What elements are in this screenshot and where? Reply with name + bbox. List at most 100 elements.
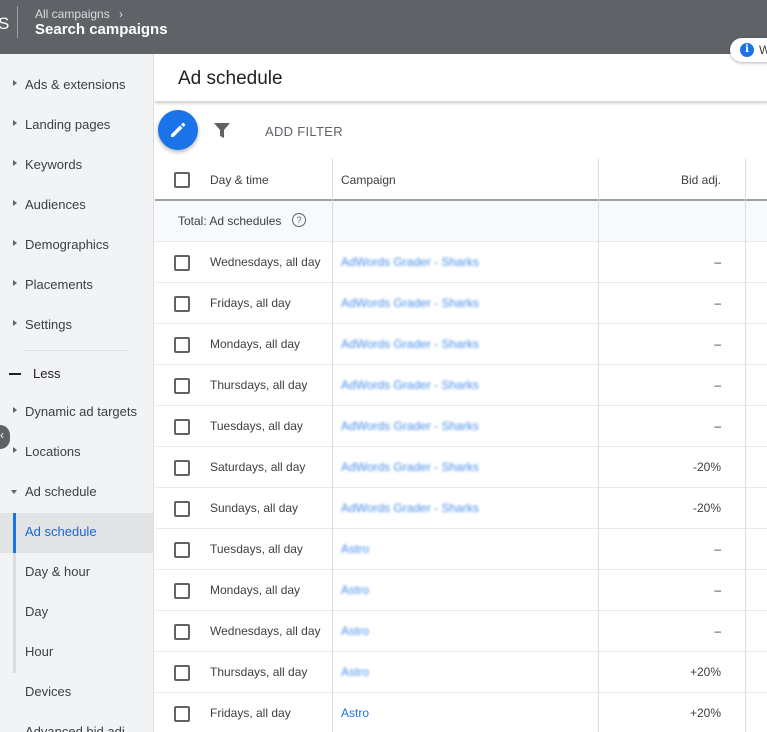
- bid-adj-cell[interactable]: –: [714, 296, 721, 310]
- top-bar: S All campaigns › Search campaigns: [0, 0, 767, 54]
- bid-adj-cell[interactable]: –: [714, 542, 721, 556]
- sidebar-item-label: Devices: [25, 684, 72, 699]
- less-toggle[interactable]: Less: [33, 366, 60, 381]
- row-checkbox[interactable]: [174, 296, 190, 312]
- sidebar-subitem-day[interactable]: Day: [0, 593, 153, 633]
- chevron-left-icon: ‹: [0, 428, 4, 442]
- sidebar-subitem-ad-schedule[interactable]: Ad schedule: [0, 513, 153, 553]
- bid-adj-cell[interactable]: -20%: [693, 501, 721, 515]
- table-row: Mondays, all day AdWords Grader - Sharks –: [155, 324, 767, 365]
- expand-arrow-icon: [13, 280, 17, 286]
- table-row: Wednesdays, all day Astro –: [155, 611, 767, 652]
- title-divider: [155, 101, 767, 103]
- bid-adj-cell[interactable]: +20%: [690, 706, 721, 720]
- column-header-campaign[interactable]: Campaign: [341, 173, 396, 187]
- sidebar-item-label: Ads & extensions: [25, 77, 126, 92]
- campaign-link[interactable]: AdWords Grader - Sharks: [341, 501, 479, 515]
- pencil-icon: [171, 122, 186, 137]
- row-checkbox[interactable]: [174, 706, 190, 722]
- sidebar-item-placements[interactable]: Placements: [0, 266, 153, 306]
- sidebar-item-demographics[interactable]: Demographics: [0, 226, 153, 266]
- campaign-link[interactable]: Astro: [341, 624, 369, 638]
- sidebar-subitem-hour[interactable]: Hour: [0, 633, 153, 673]
- campaign-link[interactable]: Astro: [341, 542, 369, 556]
- bid-adj-cell[interactable]: –: [714, 624, 721, 638]
- campaign-title[interactable]: Search campaigns: [35, 21, 168, 38]
- expand-arrow-icon: [13, 200, 17, 206]
- sidebar-subitem-day-hour[interactable]: Day & hour: [0, 553, 153, 593]
- sidebar-item-devices[interactable]: Devices: [0, 673, 153, 713]
- campaign-link[interactable]: Astro: [341, 665, 369, 679]
- sidebar-item-ad-schedule[interactable]: Ad schedule: [0, 473, 153, 513]
- sidebar-item-label: Day & hour: [25, 564, 91, 579]
- main-content: Ad schedule ADD FILTER Day & time Campai…: [155, 54, 767, 732]
- sidebar-item-locations[interactable]: Locations: [0, 433, 153, 473]
- day-time-cell: Tuesdays, all day: [210, 419, 303, 433]
- table-row: Fridays, all day Astro +20%: [155, 693, 767, 732]
- sidebar-item-label: Landing pages: [25, 117, 111, 132]
- sidebar-item-advanced-bid-adj[interactable]: Advanced bid adj.: [0, 713, 153, 732]
- sidebar-item-label: Placements: [25, 277, 93, 292]
- bid-adj-cell[interactable]: +20%: [690, 665, 721, 679]
- help-icon[interactable]: ?: [292, 213, 306, 227]
- campaign-link[interactable]: AdWords Grader - Sharks: [341, 296, 479, 310]
- row-checkbox[interactable]: [174, 337, 190, 353]
- campaign-link[interactable]: AdWords Grader - Sharks: [341, 378, 479, 392]
- sidebar-item-settings[interactable]: Settings: [0, 306, 153, 346]
- campaign-link[interactable]: AdWords Grader - Sharks: [341, 419, 479, 433]
- table-row: Tuesdays, all day AdWords Grader - Sharks…: [155, 406, 767, 447]
- collapse-minus-icon[interactable]: [9, 373, 21, 375]
- bid-adj-cell[interactable]: –: [714, 583, 721, 597]
- add-filter-button[interactable]: ADD FILTER: [265, 124, 343, 139]
- sidebar-item-dynamic-ad-targets[interactable]: Dynamic ad targets: [0, 393, 153, 433]
- table-header-row: Day & time Campaign Bid adj.: [155, 159, 767, 201]
- bid-adj-cell[interactable]: –: [714, 337, 721, 351]
- row-checkbox[interactable]: [174, 255, 190, 271]
- sidebar-item-ads-extensions[interactable]: Ads & extensions: [0, 66, 153, 106]
- expand-arrow-icon: [13, 120, 17, 126]
- sidebar-item-label: Dynamic ad targets: [25, 404, 137, 419]
- sidebar: Ads & extensions Landing pages Keywords …: [0, 54, 154, 732]
- topbar-divider: [17, 6, 18, 38]
- bid-adj-cell[interactable]: -20%: [693, 460, 721, 474]
- row-checkbox[interactable]: [174, 624, 190, 640]
- sidebar-item-audiences[interactable]: Audiences: [0, 186, 153, 226]
- row-checkbox[interactable]: [174, 542, 190, 558]
- expand-arrow-icon: [13, 160, 17, 166]
- filter-icon[interactable]: [214, 123, 230, 139]
- edit-button[interactable]: [158, 110, 198, 150]
- column-header-day-time[interactable]: Day & time: [210, 173, 269, 187]
- bid-adj-cell[interactable]: –: [714, 255, 721, 269]
- app-letter: S: [0, 14, 10, 33]
- day-time-cell: Wednesdays, all day: [210, 624, 321, 638]
- row-checkbox[interactable]: [174, 501, 190, 517]
- campaign-link[interactable]: AdWords Grader - Sharks: [341, 337, 479, 351]
- breadcrumb-all-campaigns[interactable]: All campaigns: [35, 7, 110, 21]
- column-header-bid-adj[interactable]: Bid adj.: [681, 173, 721, 187]
- row-checkbox[interactable]: [174, 378, 190, 394]
- select-all-checkbox[interactable]: [174, 172, 190, 188]
- sidebar-item-label: Ad schedule: [25, 484, 97, 499]
- sidebar-item-label: Hour: [25, 644, 54, 659]
- bid-adj-cell[interactable]: –: [714, 419, 721, 433]
- expand-arrow-icon: [13, 240, 17, 246]
- row-checkbox[interactable]: [174, 583, 190, 599]
- sidebar-item-label: Settings: [25, 317, 72, 332]
- campaign-link[interactable]: AdWords Grader - Sharks: [341, 255, 479, 269]
- sidebar-item-keywords[interactable]: Keywords: [0, 146, 153, 186]
- campaign-link[interactable]: Astro: [341, 583, 369, 597]
- day-time-cell: Mondays, all day: [210, 583, 301, 597]
- row-checkbox[interactable]: [174, 419, 190, 435]
- breadcrumb[interactable]: All campaigns ›: [35, 7, 123, 21]
- campaign-link[interactable]: Astro: [341, 706, 369, 720]
- campaign-link[interactable]: AdWords Grader - Sharks: [341, 460, 479, 474]
- info-chip[interactable]: i W: [730, 38, 767, 62]
- total-label: Total: Ad schedules: [178, 214, 282, 228]
- bid-adj-cell[interactable]: –: [714, 378, 721, 392]
- sidebar-item-landing-pages[interactable]: Landing pages: [0, 106, 153, 146]
- expand-arrow-icon: [13, 447, 17, 453]
- row-checkbox[interactable]: [174, 665, 190, 681]
- row-checkbox[interactable]: [174, 460, 190, 476]
- day-time-cell: Sundays, all day: [210, 501, 299, 515]
- day-time-cell: Mondays, all day: [210, 337, 301, 351]
